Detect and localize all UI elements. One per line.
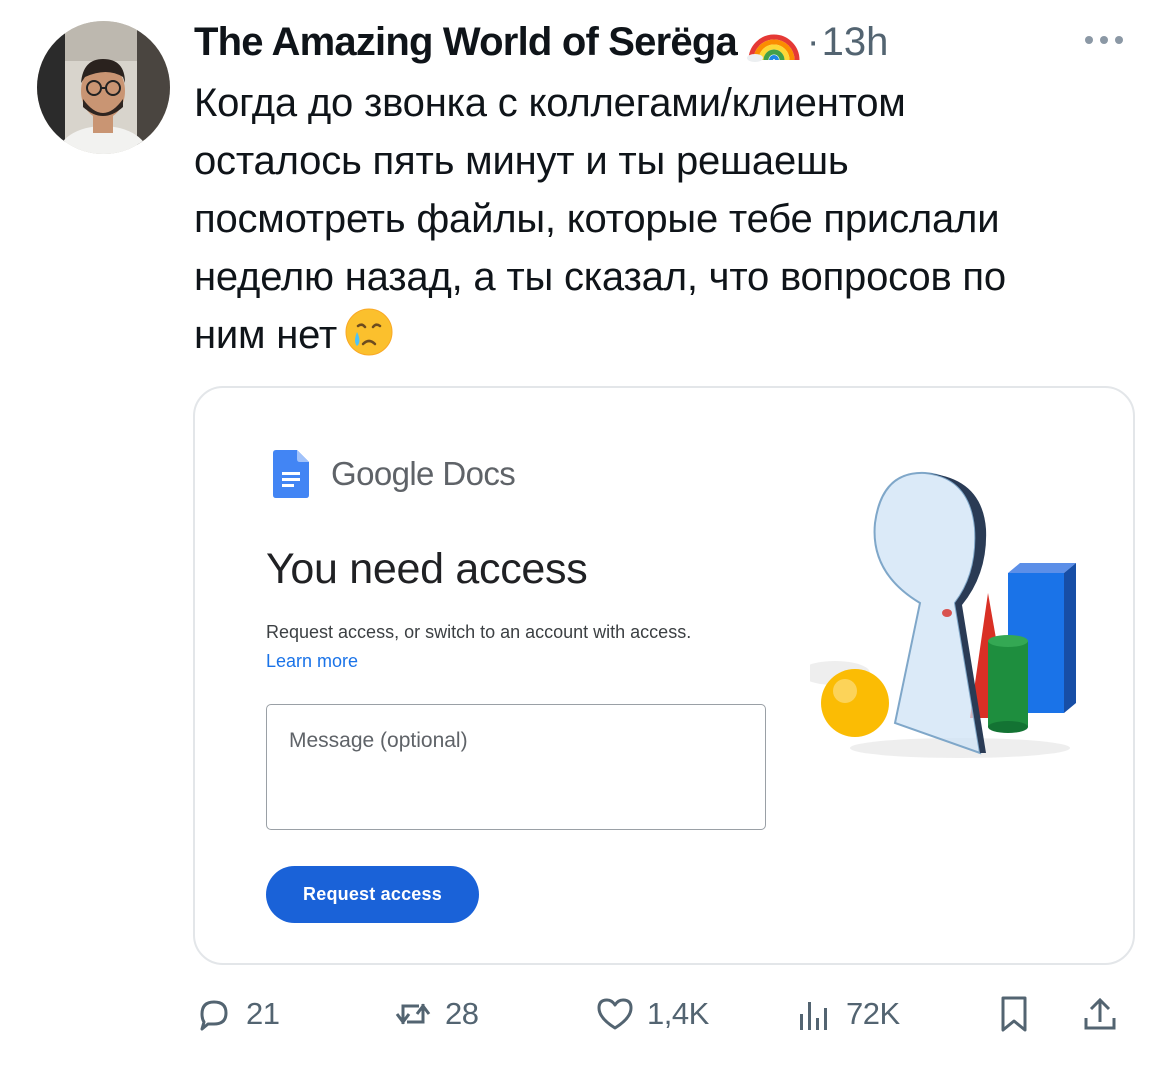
crying-face-icon [343,306,395,358]
message-field: Message (optional) [266,704,766,830]
bookmark-button[interactable] [994,988,1034,1040]
access-title: You need access [266,545,588,593]
share-button[interactable] [1080,988,1120,1040]
author-name[interactable]: The Amazing World of Serëga [194,20,738,65]
repost-button[interactable]: 28 [393,988,479,1040]
more-options-icon[interactable] [1085,30,1131,50]
author-avatar[interactable] [37,21,170,154]
share-icon [1084,997,1116,1030]
tweet-header: The Amazing World of Serëga · 13h [194,14,888,70]
views-button[interactable]: 72K [794,988,900,1040]
reply-icon [200,1000,228,1031]
tweet-timestamp[interactable]: 13h [822,20,889,65]
like-button[interactable]: 1,4K [595,988,709,1040]
tweet-text-line: Когда до звонка с коллегами/клиентом [194,81,906,125]
request-access-button: Request access [266,866,479,923]
access-description: Request access, or switch to an account … [266,622,692,642]
reply-count: 21 [246,996,280,1031]
avatar-photo [37,21,170,154]
tweet-media-image[interactable]: Google Docs You need access Request acce… [193,386,1135,965]
keyhole-illustration [810,471,1076,758]
app-name: Google Docs [331,455,516,493]
app-name-docs: Docs [442,455,516,492]
repost-icon [395,1003,431,1025]
bookmark-icon [1001,996,1027,1032]
tweet-text-line: посмотреть файлы, которые тебе прислали [194,197,1000,241]
tweet-text: Когда до звонка с коллегами/клиентом ост… [194,74,1154,364]
learn-more-link: Learn more [266,651,359,671]
tweet-text-line-last: ним нет [194,306,1154,364]
google-docs-icon [273,450,309,498]
like-count: 1,4K [647,996,709,1031]
tweet-text-line: осталось пять минут и ты решаешь [194,139,849,183]
app-name-google: Google [331,455,434,492]
views-count: 72K [846,996,900,1031]
rainbow-icon [746,22,801,62]
tweet-action-bar: 21 28 1,4K 72K [194,988,1139,1040]
google-docs-logo: Google Docs [273,450,516,498]
repost-count: 28 [445,996,479,1031]
heart-icon [597,998,633,1030]
message-placeholder: Message (optional) [289,729,468,752]
separator-dot: · [806,20,820,63]
reply-button[interactable]: 21 [194,988,280,1040]
tweet-text-fragment: ним нет [194,313,337,357]
tweet-text-line: неделю назад, а ты сказал, что вопросов … [194,255,1006,299]
views-chart-icon [800,1002,827,1030]
